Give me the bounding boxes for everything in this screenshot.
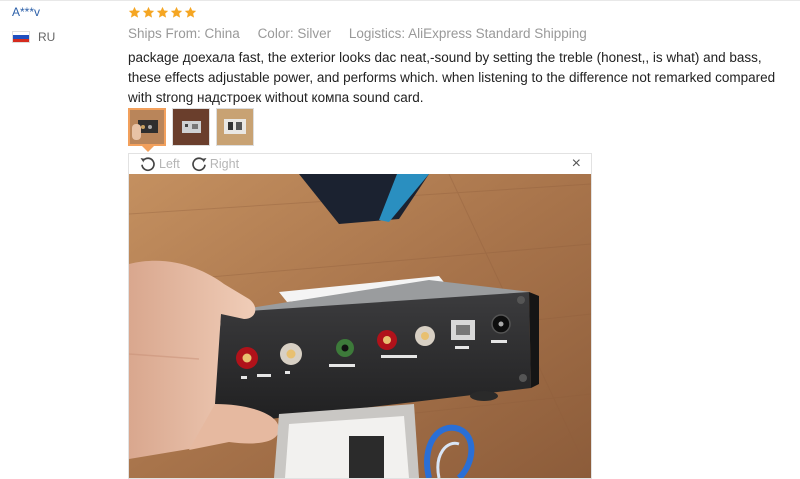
review-comment: package доехала fast, the exterior looks… [128,50,776,105]
thumbnail-2[interactable] [172,108,210,146]
rotate-left-label: Left [159,157,180,171]
star-icon [184,6,197,18]
rotate-right-button[interactable]: Right [190,155,239,173]
active-thumbnail-caret [142,146,154,152]
order-info: Ships From: China Color: Silver Logistic… [128,26,601,41]
photo-viewer: Left Right × [128,153,592,479]
close-icon[interactable]: × [572,155,581,173]
reviewer-country: RU [12,30,55,44]
top-divider [0,0,800,1]
thumbnail-1[interactable] [128,108,166,146]
color-option: Color: Silver [257,26,332,41]
rotate-left-icon [140,157,155,172]
rotate-right-icon [192,157,207,172]
rotate-right-label: Right [209,157,240,171]
review-photo [129,174,591,478]
star-icon [142,6,155,18]
star-icon [156,6,169,18]
logistics: Logistics: AliExpress Standard Shipping [348,26,587,41]
country-code: RU [38,30,56,44]
rotate-left-button[interactable]: Left [139,155,180,173]
star-icon [128,6,141,18]
russia-flag-icon [12,31,30,43]
ships-from: Ships From: China [128,26,240,41]
reviewer-name: A***v [12,5,41,19]
star-rating [128,6,197,19]
star-icon [170,6,183,18]
photo-thumbnails [128,108,254,146]
thumbnail-3[interactable] [216,108,254,146]
viewer-toolbar: Left Right × [129,154,591,174]
